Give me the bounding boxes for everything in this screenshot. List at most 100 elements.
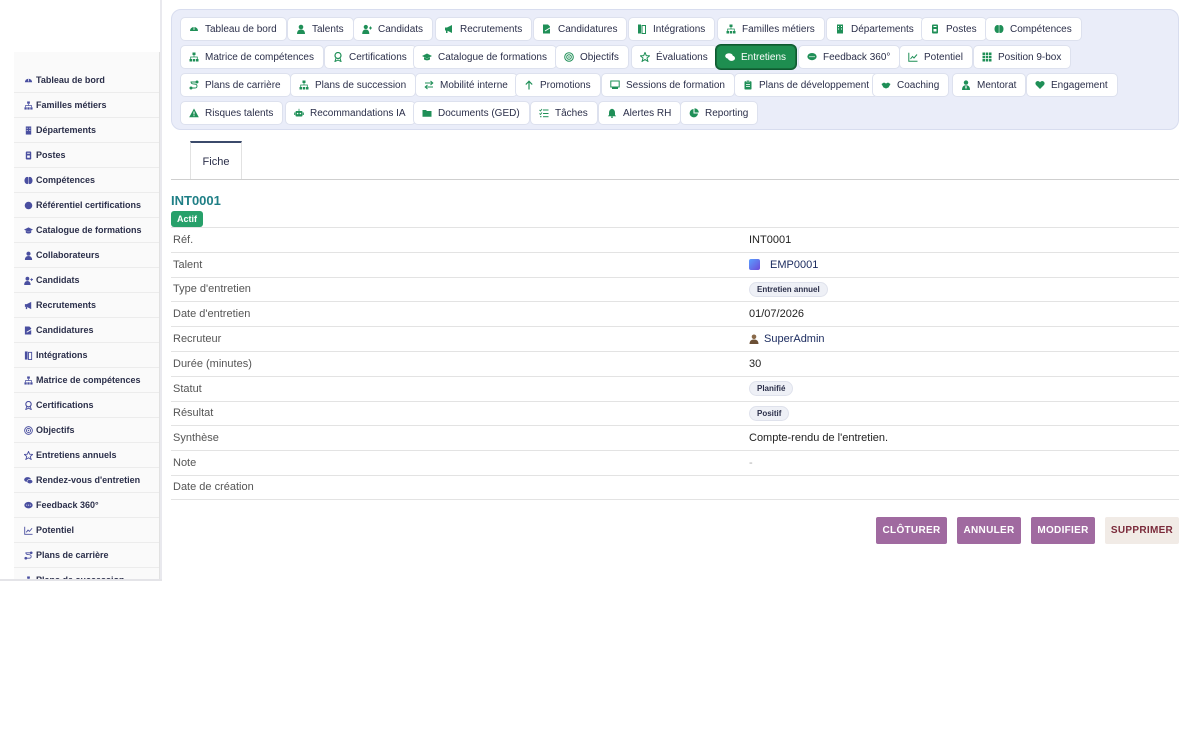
field-row-resultat: Résultat Positif (171, 400, 1179, 426)
field-value-recruteur[interactable]: SuperAdmin (749, 333, 825, 345)
nav-item-tableau-de-bord[interactable]: Tableau de bord (180, 17, 287, 41)
handshake-icon (881, 80, 891, 90)
sidebar-item-label: Collaborateurs (36, 250, 100, 260)
field-row-talent: Talent EMP0001 (171, 251, 1179, 277)
nav-item-recommandations-ia[interactable]: Recommandations IA (285, 101, 416, 125)
sidebar-item-tableau-de-bord[interactable]: Tableau de bord (14, 68, 159, 93)
nav-item-evaluations[interactable]: Évaluations (631, 45, 718, 69)
nav-item-potentiel[interactable]: Potentiel (899, 45, 973, 69)
sidebar-item-departements[interactable]: Départements (14, 118, 159, 143)
bell-icon (607, 108, 617, 118)
nav-item-competences[interactable]: Compétences (985, 17, 1082, 41)
nav-item-documents-ged[interactable]: Documents (GED) (413, 101, 530, 125)
close-button[interactable]: CLÔTURER (876, 517, 947, 544)
nav-item-departements[interactable]: Départements (826, 17, 924, 41)
recruiter-link[interactable]: SuperAdmin (764, 333, 825, 345)
nav-item-candidats[interactable]: Candidats (353, 17, 434, 41)
delete-button[interactable]: SUPPRIMER (1105, 517, 1179, 544)
sidebar-item-plans-de-carriere[interactable]: Plans de carrière (14, 543, 159, 568)
sidebar-item-matrice-de-competences[interactable]: Matrice de compétences (14, 368, 159, 393)
sidebar-item-certifications[interactable]: Certifications (14, 393, 159, 418)
sitemap-icon (21, 375, 35, 385)
sidebar-item-potentiel[interactable]: Potentiel (14, 518, 159, 543)
record-title: INT0001 (171, 193, 221, 208)
field-value-note: - (749, 457, 753, 469)
nav-item-plans-de-carriere[interactable]: Plans de carrière (180, 73, 291, 97)
edit-button[interactable]: MODIFIER (1031, 517, 1095, 544)
nav-item-engagement[interactable]: Engagement (1026, 73, 1118, 97)
sidebar-item-entretiens-annuels[interactable]: Entretiens annuels (14, 443, 159, 468)
chart-line-icon (908, 52, 918, 62)
sidebar-item-rendez-vous-d-entretien[interactable]: Rendez-vous d'entretien (14, 468, 159, 493)
field-label: Talent (173, 258, 203, 271)
sidebar-item-candidats[interactable]: Candidats (14, 268, 159, 293)
badge-icon (930, 24, 940, 34)
field-value-type-d-entretien: Entretien annuel (749, 281, 828, 297)
file-signature-icon (542, 24, 552, 34)
nav-item-label: Postes (946, 23, 977, 35)
sidebar-item-catalogue-de-formations[interactable]: Catalogue de formations (14, 218, 159, 243)
sidebar-item-competences[interactable]: Compétences (14, 168, 159, 193)
sidebar-item-label: Candidatures (36, 325, 94, 335)
nav-item-recrutements[interactable]: Recrutements (435, 17, 533, 41)
nav-item-promotions[interactable]: Promotions (515, 73, 601, 97)
nav-item-position-9-box[interactable]: Position 9-box (973, 45, 1072, 69)
nav-item-plans-de-succession[interactable]: Plans de succession (290, 73, 417, 97)
nav-item-risques-talents[interactable]: Risques talents (180, 101, 284, 125)
tasks-icon (539, 108, 549, 118)
sidebar-list: Tableau de bord Familles métiers Départeme… (14, 68, 159, 581)
megaphone-icon (444, 24, 454, 34)
sidebar-divider (160, 0, 162, 581)
nav-item-candidatures[interactable]: Candidatures (533, 17, 628, 41)
top-navigation: Tableau de bord Talents Candidats Recruteme… (171, 9, 1179, 130)
building-icon (21, 125, 35, 135)
sidebar-item-collaborateurs[interactable]: Collaborateurs (14, 243, 159, 268)
award-icon (333, 52, 343, 62)
nav-item-taches[interactable]: Tâches (530, 101, 598, 125)
nav-item-plans-de-developpement[interactable]: Plans de développement (734, 73, 880, 97)
sidebar-item-postes[interactable]: Postes (14, 143, 159, 168)
sidebar-item-integrations[interactable]: Intégrations (14, 343, 159, 368)
nav-item-postes[interactable]: Postes (921, 17, 987, 41)
sidebar-item-familles-metiers[interactable]: Familles métiers (14, 93, 159, 118)
nav-item-alertes-rh[interactable]: Alertes RH (598, 101, 682, 125)
sidebar-item-candidatures[interactable]: Candidatures (14, 318, 159, 343)
tab-fiche[interactable]: Fiche (190, 141, 242, 180)
field-row-date-de-creation: Date de création (171, 474, 1179, 500)
cancel-button[interactable]: ANNULER (957, 517, 1021, 544)
exchange-icon (424, 80, 434, 90)
value-chip: Positif (749, 405, 790, 421)
nav-item-matrice-de-competences[interactable]: Matrice de compétences (180, 45, 324, 69)
nav-item-mentorat[interactable]: Mentorat (952, 73, 1027, 97)
user-icon (749, 334, 759, 345)
nav-item-label: Familles métiers (742, 23, 815, 35)
nav-item-certifications[interactable]: Certifications (324, 45, 417, 69)
nav-item-talents[interactable]: Talents (287, 17, 354, 41)
nav-item-integrations[interactable]: Intégrations (628, 17, 716, 41)
dashboard-icon (189, 24, 199, 34)
nav-item-entretiens[interactable]: Entretiens (716, 45, 797, 69)
sidebar-item-recrutements[interactable]: Recrutements (14, 293, 159, 318)
status-badge: Actif (171, 211, 203, 227)
nav-item-label: Mentorat (977, 79, 1017, 91)
sidebar-item-objectifs[interactable]: Objectifs (14, 418, 159, 443)
nav-item-reporting[interactable]: Reporting (680, 101, 759, 125)
file-signature-icon (21, 325, 35, 335)
nav-item-sessions-de-formation[interactable]: Sessions de formation (601, 73, 735, 97)
nav-item-familles-metiers[interactable]: Familles métiers (717, 17, 825, 41)
sidebar-item-label: Familles métiers (36, 100, 107, 110)
value-chip: Planifié (749, 381, 794, 397)
nav-item-objectifs[interactable]: Objectifs (555, 45, 629, 69)
field-value-text: - (749, 457, 753, 470)
sidebar-item-referentiel-certifications[interactable]: Référentiel certifications (14, 193, 159, 218)
nav-item-feedback-360[interactable]: Feedback 360° (798, 45, 901, 69)
nav-item-catalogue-de-formations[interactable]: Catalogue de formations (413, 45, 557, 69)
award-icon (21, 400, 35, 410)
pie-chart-icon (689, 108, 699, 118)
nav-item-coaching[interactable]: Coaching (872, 73, 950, 97)
talent-link[interactable]: EMP0001 (770, 259, 818, 271)
nav-item-mobilite-interne[interactable]: Mobilité interne (415, 73, 518, 97)
sidebar-item-feedback-360[interactable]: Feedback 360° (14, 493, 159, 518)
field-row-recruteur: Recruteur SuperAdmin (171, 326, 1179, 351)
field-value-talent[interactable]: EMP0001 (749, 259, 818, 271)
